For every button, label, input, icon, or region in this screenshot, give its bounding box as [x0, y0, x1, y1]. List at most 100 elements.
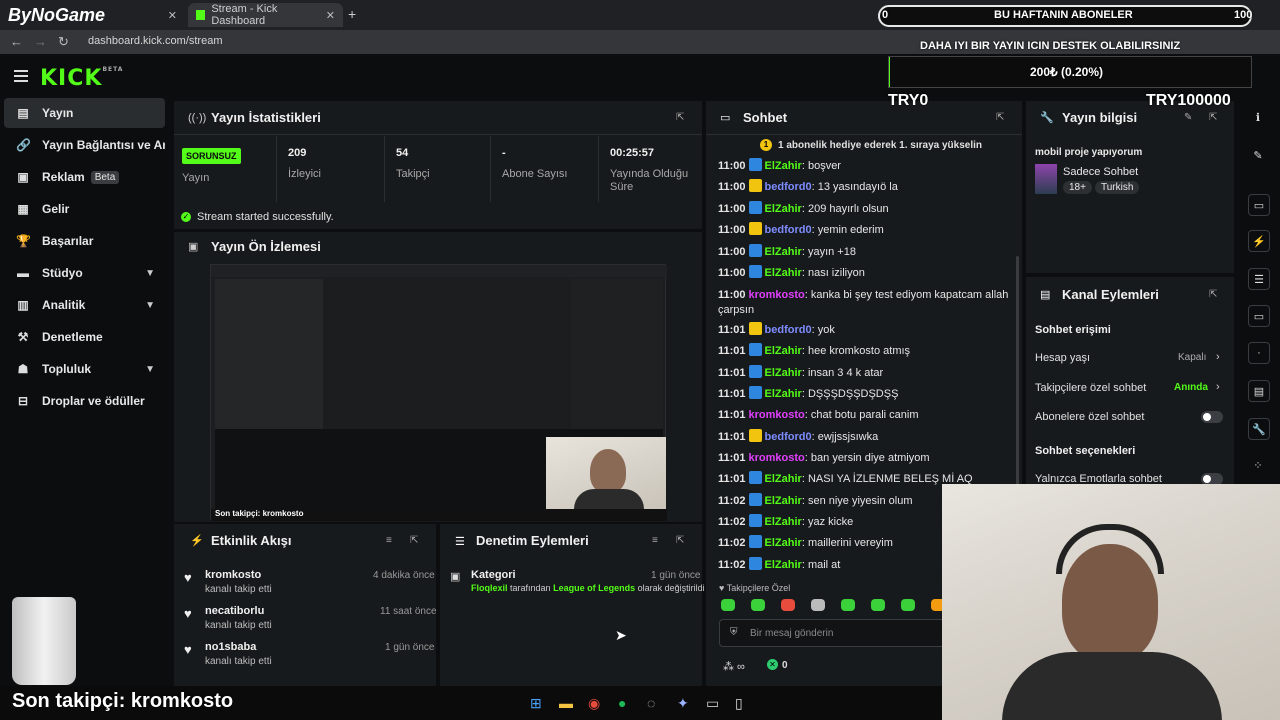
- chat-username[interactable]: ElZahir: [765, 537, 802, 549]
- chat-username[interactable]: kromkosto: [749, 452, 805, 464]
- lightning-icon[interactable]: ⚡: [1248, 230, 1270, 252]
- emote-icon[interactable]: [751, 599, 765, 611]
- chat-username[interactable]: ElZahir: [765, 559, 802, 571]
- chat-username[interactable]: ElZahir: [765, 267, 802, 279]
- donation-amount: 200₺ (0.20%): [1030, 65, 1104, 79]
- chat-username[interactable]: ElZahir: [765, 367, 802, 379]
- status-label: Yayın: [182, 172, 210, 184]
- popout-icon[interactable]: ⇱: [1209, 112, 1217, 123]
- menu-icon[interactable]: [14, 70, 28, 85]
- emote-icon[interactable]: [811, 599, 825, 611]
- emote-icon[interactable]: [871, 599, 885, 611]
- chat-username[interactable]: ElZahir: [765, 516, 802, 528]
- chat-username[interactable]: bedford0: [765, 431, 812, 443]
- sidebar-item-studyo[interactable]: ▬ Stüdyo ▼: [4, 258, 165, 288]
- browser-tab-kick[interactable]: Stream - Kick Dashboard ✕: [188, 3, 343, 27]
- moderator-badge-icon: [748, 244, 762, 257]
- chat-username[interactable]: ElZahir: [765, 160, 802, 172]
- app-icon[interactable]: ▯: [735, 695, 743, 712]
- new-tab-icon[interactable]: +: [348, 6, 356, 22]
- spotify-icon[interactable]: ●: [618, 695, 626, 711]
- sidebar-item-reklam[interactable]: ▣ Reklam Beta: [4, 162, 165, 192]
- chat-username[interactable]: kromkosto: [749, 409, 805, 421]
- chat-username[interactable]: ElZahir: [765, 345, 802, 357]
- chevron-right-icon[interactable]: ›: [1216, 351, 1220, 363]
- subscriber-badge-icon: [748, 429, 762, 442]
- close-tab-icon[interactable]: ✕: [168, 9, 177, 22]
- reload-icon[interactable]: ↻: [58, 34, 69, 50]
- stream-preview-video[interactable]: Son takipçi: kromkosto: [210, 264, 667, 521]
- popout-icon[interactable]: ⇱: [996, 112, 1004, 123]
- chat-username[interactable]: ElZahir: [765, 246, 802, 258]
- back-icon[interactable]: ←: [10, 34, 23, 49]
- settings-icon[interactable]: ⁘: [1240, 454, 1276, 476]
- sidebar-item-gelir[interactable]: ▦ Gelir: [4, 194, 165, 224]
- uptime-value: 00:25:57: [610, 147, 655, 159]
- chat-username[interactable]: bedford0: [765, 224, 812, 236]
- chat-message: 11:01 ElZahir: NASI YA İZLENME BELEŞ Mİ A…: [718, 471, 973, 485]
- chat-username[interactable]: bedford0: [765, 181, 812, 193]
- chat-username[interactable]: bedford0: [765, 324, 812, 336]
- panel-icon[interactable]: ▭: [1248, 194, 1270, 216]
- chevron-right-icon[interactable]: ›: [1216, 381, 1220, 393]
- chat-username[interactable]: ElZahir: [765, 495, 802, 507]
- success-message: Stream started successfully.: [197, 211, 334, 223]
- filter-icon[interactable]: ≡: [386, 535, 392, 546]
- chat-username[interactable]: ElZahir: [765, 203, 802, 215]
- chat-options-heading: Sohbet seçenekleri: [1035, 445, 1136, 457]
- chat-username[interactable]: ElZahir: [765, 473, 802, 485]
- broadcast-icon[interactable]: ·: [1248, 342, 1270, 364]
- app-icon[interactable]: ◌: [647, 695, 655, 711]
- address-input[interactable]: dashboard.kick.com/stream: [88, 35, 223, 47]
- sidebar-item-basarilar[interactable]: 🏆 Başarılar: [4, 226, 165, 256]
- chat-username[interactable]: ElZahir: [765, 388, 802, 400]
- chat-input[interactable]: ⛨ Bir mesaj gönderin: [719, 619, 949, 647]
- kick-logo[interactable]: KICKBETA: [40, 66, 123, 91]
- sidebar-item-yayin[interactable]: ▤ Yayın: [4, 98, 165, 128]
- emote-icon[interactable]: [841, 599, 855, 611]
- chat-username[interactable]: kromkosto: [749, 289, 805, 301]
- chat-timestamp: 11:01: [718, 388, 746, 400]
- broadcast-icon: ▤: [17, 106, 29, 120]
- wrench-icon[interactable]: 🔧: [1248, 418, 1270, 440]
- chat-timestamp: 11:00: [718, 160, 746, 172]
- subs-chat-toggle[interactable]: [1201, 411, 1223, 423]
- chat-message: 11:00 ElZahir: 209 hayırlı olsun: [718, 201, 889, 215]
- followers-chat-value[interactable]: Anında: [1174, 382, 1208, 393]
- uptime-label: Yayında Olduğu Süre: [610, 168, 689, 193]
- edit-icon[interactable]: ✎: [1240, 144, 1276, 166]
- infinity-icon[interactable]: ⁂ ∞: [723, 660, 745, 673]
- activity-user[interactable]: no1sbaba: [205, 641, 256, 653]
- account-age-value[interactable]: Kapalı: [1178, 352, 1206, 363]
- popout-icon[interactable]: ⇱: [410, 535, 418, 546]
- info-icon[interactable]: ℹ: [1240, 106, 1276, 128]
- app-icon[interactable]: ✦: [677, 695, 689, 712]
- file-explorer-icon[interactable]: ▬: [559, 695, 573, 711]
- popout-icon[interactable]: ⇱: [676, 535, 684, 546]
- emote-icon[interactable]: [721, 599, 735, 611]
- edit-icon[interactable]: ✎: [1184, 112, 1192, 123]
- chrome-icon[interactable]: ◉: [588, 695, 600, 712]
- chat-icon[interactable]: ▭: [1248, 305, 1270, 327]
- points-count: 0: [782, 660, 788, 671]
- close-tab-icon[interactable]: ✕: [326, 9, 335, 22]
- channel-icon[interactable]: ▤: [1248, 380, 1270, 402]
- list-icon[interactable]: ☰: [1248, 268, 1270, 290]
- sidebar-item-topluluk[interactable]: ☗ Topluluk ▼: [4, 354, 165, 384]
- windows-start-icon[interactable]: ⊞: [530, 695, 542, 712]
- terminal-icon[interactable]: ▭: [706, 695, 719, 712]
- filter-icon[interactable]: ≡: [652, 535, 658, 546]
- forward-icon[interactable]: →: [34, 34, 47, 49]
- sidebar-item-droplar[interactable]: ⊟ Droplar ve ödüller: [4, 386, 165, 416]
- popout-icon[interactable]: ⇱: [676, 112, 684, 123]
- popout-icon[interactable]: ⇱: [1209, 289, 1217, 300]
- activity-user[interactable]: necatiborlu: [205, 605, 264, 617]
- activity-user[interactable]: kromkosto: [205, 569, 261, 581]
- sidebar-item-denetleme[interactable]: ⚒ Denetleme: [4, 322, 165, 352]
- emote-icon[interactable]: [901, 599, 915, 611]
- sidebar-item-analitik[interactable]: ▥ Analitik ▼: [4, 290, 165, 320]
- browser-tab-bynogame[interactable]: ByNoGame ✕: [0, 3, 185, 27]
- chat-timestamp: 11:00: [718, 289, 746, 301]
- sidebar-item-link-key[interactable]: 🔗Yayın Bağlantısı ve Anahtarı: [4, 130, 165, 160]
- emote-icon[interactable]: [781, 599, 795, 611]
